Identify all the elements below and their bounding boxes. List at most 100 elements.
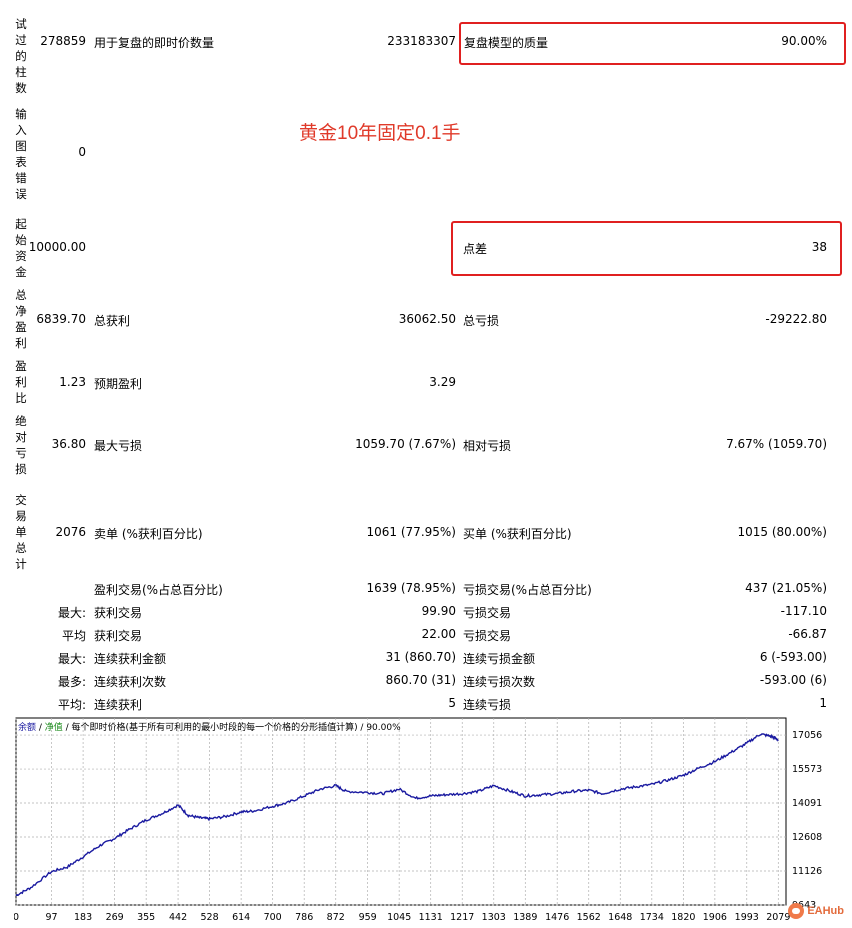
stats-row-prefix: 平均:	[57, 698, 86, 712]
x-tick-label: 1045	[387, 912, 411, 923]
short-trades-label: 卖单 (%获利百分比)	[94, 527, 203, 541]
spread-label: 点差	[463, 242, 488, 256]
x-tick-label: 1648	[608, 912, 632, 923]
quality-value: 90.00%	[781, 34, 827, 48]
watermark-text: EAHub	[807, 904, 844, 917]
max-drawdown-value: 1059.70 (7.67%)	[355, 437, 456, 451]
stats-row-right-value: -117.10	[780, 604, 827, 618]
stats-row-right-label: 连续亏损次数	[463, 675, 536, 689]
y-tick-label: 15573	[792, 764, 822, 775]
x-tick-label: 2079	[766, 912, 790, 923]
x-tick-label: 1562	[577, 912, 601, 923]
stats-row-left-value: 5	[448, 696, 456, 710]
eahub-watermark: EAHub	[788, 903, 844, 919]
legend-sep: /	[36, 723, 45, 733]
y-tick-label: 12608	[792, 832, 822, 843]
x-tick-label: 1389	[513, 912, 537, 923]
gross-profit-value: 36062.50	[398, 312, 456, 326]
stats-row-right-label: 亏损交易(%占总百分比)	[463, 583, 592, 597]
stats-row-right-label: 亏损交易	[463, 606, 512, 620]
short-trades-value: 1061 (77.95%)	[366, 525, 456, 539]
x-tick-label: 183	[74, 912, 92, 923]
x-tick-label: 872	[327, 912, 345, 923]
stats-row-right-label: 连续亏损金额	[463, 652, 536, 666]
stats-row-right-value: 437 (21.05%)	[745, 581, 827, 595]
stats-row-prefix: 最大:	[57, 652, 86, 666]
gross-loss-value: -29222.80	[765, 312, 827, 326]
x-tick-label: 1217	[450, 912, 474, 923]
stats-row-left-value: 1639 (78.95%)	[366, 581, 456, 595]
legend-equity: 净值	[44, 723, 63, 733]
x-tick-label: 355	[137, 912, 155, 923]
stats-row-right-label: 连续亏损	[463, 698, 512, 712]
quality-label: 复盘模型的质量	[464, 36, 549, 50]
legend-description: / 每个即时价格(基于所有可利用的最小时段的每一个价格的分形插值计算) / 90…	[62, 723, 401, 733]
balance-chart-svg: 0 97 183 269 355 442 528 614 700 786 872 959 1045 113…	[13, 717, 822, 923]
stats-row-right-value: 1	[819, 696, 827, 710]
x-tick-label: 1131	[419, 912, 443, 923]
stats-row-prefix: 平均	[61, 629, 86, 643]
x-tick-label: 0	[14, 912, 19, 923]
spread-value: 38	[811, 240, 827, 254]
x-tick-label: 528	[201, 912, 219, 923]
stats-row-left-label: 获利交易	[94, 606, 143, 620]
stats-row-prefix: 最多:	[57, 675, 86, 689]
gross-loss-label: 总亏损	[463, 314, 500, 328]
stats-row-prefix: 最大:	[57, 606, 86, 620]
total-trades-value: 2076	[55, 525, 86, 539]
stats-row-left-value: 860.70 (31)	[385, 673, 456, 687]
stats-row-left-value: 99.90	[421, 604, 456, 618]
x-tick-label: 1906	[703, 912, 727, 923]
x-tick-label: 786	[295, 912, 313, 923]
rel-drawdown-label: 相对亏损	[463, 439, 512, 453]
balance-chart: 0 97 183 269 355 442 528 614 700 786 872 959 1045 113…	[13, 716, 850, 925]
x-tick-label: 959	[359, 912, 377, 923]
legend-balance: 余额	[18, 723, 37, 733]
stats-row-left-value: 22.00	[421, 627, 456, 641]
x-tick-label: 1820	[671, 912, 695, 923]
expected-payoff-label: 预期盈利	[94, 377, 143, 391]
chart-errors-label: 输入图表错误	[15, 107, 27, 201]
stats-row-right-value: 6 (-593.00)	[759, 650, 827, 664]
x-tick-label: 1303	[482, 912, 506, 923]
y-tick-label: 14091	[792, 798, 822, 809]
profit-factor-value: 1.23	[59, 375, 86, 389]
plot-frame	[15, 717, 787, 906]
x-tick-label: 269	[106, 912, 124, 923]
stats-row-right-label: 亏损交易	[463, 629, 512, 643]
stats-row-right-value: -593.00 (6)	[759, 673, 827, 687]
bars-tested-label: 试过的柱数	[15, 17, 27, 95]
x-tick-label: 614	[232, 912, 250, 923]
bars-tested-value: 278859	[40, 34, 86, 48]
net-profit-value: 6839.70	[36, 312, 86, 326]
x-tick-label: 442	[169, 912, 187, 923]
rel-drawdown-value: 7.67% (1059.70)	[726, 437, 827, 451]
stats-row-left-label: 连续获利次数	[94, 675, 167, 689]
ticks-label: 用于复盘的即时价数量	[94, 36, 215, 50]
initial-deposit-value: 10000.00	[28, 240, 86, 254]
x-tick-label: 1476	[545, 912, 569, 923]
abs-drawdown-value: 36.80	[51, 437, 86, 451]
eahub-logo-icon	[788, 903, 805, 919]
annotation-title: 黄金10年固定0.1手	[299, 123, 461, 144]
chart-legend: 余额 / 净值 / 每个即时价格(基于所有可利用的最小时段的每一个价格的分形插值…	[18, 720, 401, 733]
x-tick-label: 1734	[640, 912, 664, 923]
x-tick-label: 700	[264, 912, 282, 923]
x-tick-label: 1993	[735, 912, 759, 923]
stats-row-left-label: 盈利交易(%占总百分比)	[94, 583, 223, 597]
chart-errors-value: 0	[78, 145, 86, 159]
y-tick-label: 17056	[792, 730, 822, 741]
long-trades-label: 买单 (%获利百分比)	[463, 527, 572, 541]
stats-row-right-value: -66.87	[788, 627, 827, 641]
long-trades-value: 1015 (80.00%)	[737, 525, 827, 539]
stats-row-left-value: 31 (860.70)	[385, 650, 456, 664]
stats-row-left-label: 获利交易	[94, 629, 143, 643]
stats-row-left-label: 连续获利金额	[94, 652, 167, 666]
max-drawdown-label: 最大亏损	[94, 439, 143, 453]
x-tick-label: 97	[46, 912, 58, 923]
gross-profit-label: 总获利	[94, 314, 131, 328]
y-tick-label: 11126	[792, 866, 822, 877]
ticks-value: 233183307	[387, 34, 456, 48]
stats-row-left-label: 连续获利	[94, 698, 143, 712]
expected-payoff-value: 3.29	[429, 375, 456, 389]
